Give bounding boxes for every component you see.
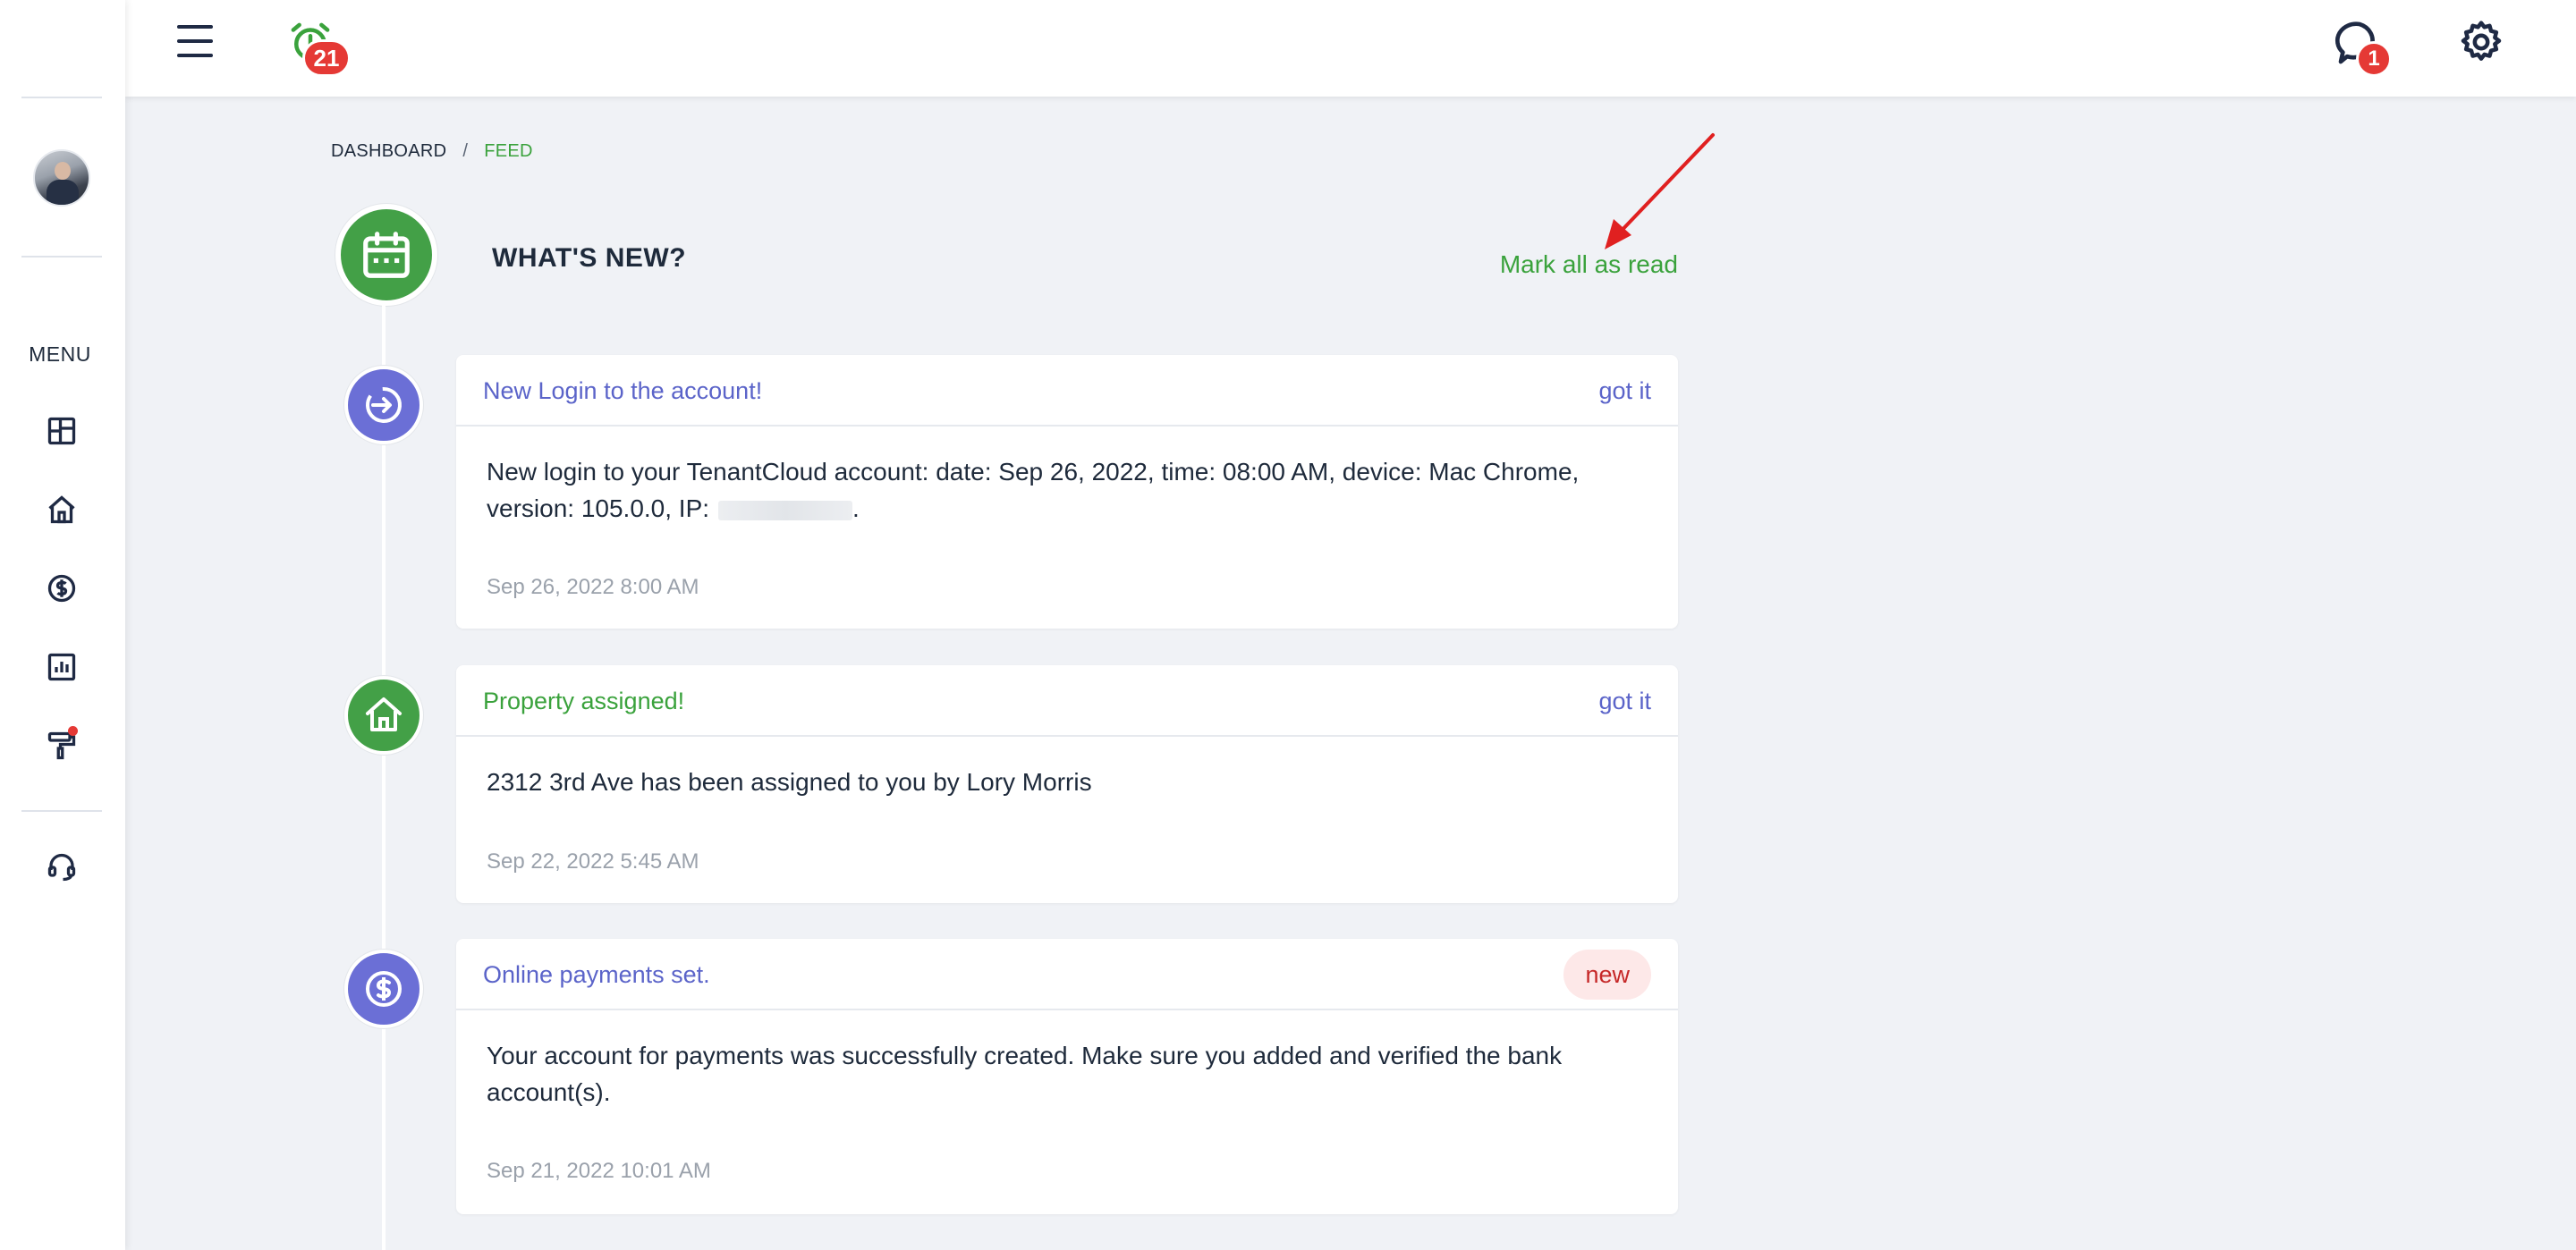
feed-card-text: Your account for payments was successful… [487,1042,1563,1106]
dashboard-icon [47,417,76,445]
sidebar-item-maintenance[interactable] [40,724,83,767]
dollar-icon [366,971,402,1007]
feed-card: Property assigned! got it 2312 3rd Ave h… [456,665,1678,903]
got-it-button[interactable]: got it [1598,377,1651,405]
redacted-ip [718,500,853,520]
messages-count-badge: 1 [2356,41,2392,77]
feed-card-title: New Login to the account! [483,377,763,404]
alarm-count-badge: 21 [302,39,351,77]
sidebar-divider [21,97,102,98]
dollar-icon [47,574,76,603]
feed-item-icon-login [344,366,423,444]
feed-card-title: Property assigned! [483,688,685,714]
feed-card-date: Sep 21, 2022 10:01 AM [487,1159,711,1183]
feed-card-body: New login to your TenantCloud account: d… [456,427,1678,527]
feed-card-body: 2312 3rd Ave has been assigned to you by… [456,737,1678,800]
timeline-line [382,304,386,1250]
breadcrumb-dashboard[interactable]: DASHBOARD [331,141,446,161]
sidebar-item-dashboard[interactable] [40,410,83,452]
feed-card-date: Sep 26, 2022 8:00 AM [487,575,699,599]
feed-card-date: Sep 22, 2022 5:45 AM [487,849,699,874]
sidebar-item-support[interactable] [40,846,83,889]
feed-card-header: New Login to the account! got it [456,355,1678,427]
sidebar-divider [21,810,102,812]
sidebar-item-properties[interactable] [40,488,83,531]
sidebar: MENU [0,0,125,1250]
feed-card-title: Online payments set. [483,961,710,988]
hamburger-menu-button[interactable] [174,21,218,61]
feed-card: Online payments set. new Your account fo… [456,939,1678,1214]
sidebar-divider [21,256,102,258]
feed-card-text: 2312 3rd Ave has been assigned to you by… [487,768,1092,796]
avatar[interactable] [33,149,90,207]
feed-card-text: New login to your TenantCloud account: d… [487,458,1580,522]
red-arrow-annotation-icon [1605,133,1715,249]
breadcrumb-feed: FEED [484,141,533,161]
breadcrumb: DASHBOARD / FEED [331,141,533,162]
home-icon [366,697,402,731]
new-badge: new [1563,950,1651,1000]
feed-card-header: Property assigned! got it [456,665,1678,737]
calendar-icon [363,232,410,278]
menu-label: MENU [29,342,91,366]
breadcrumb-separator: / [462,141,469,161]
whats-new-icon-circle [335,204,437,306]
feed-card-body: Your account for payments was successful… [456,1010,1678,1111]
settings-button[interactable] [2457,18,2507,68]
page-title: WHAT'S NEW? [492,243,687,273]
got-it-button[interactable]: got it [1598,688,1651,715]
home-icon [48,495,75,524]
sidebar-item-reports[interactable] [40,646,83,688]
gear-icon [2461,21,2502,61]
topbar: 21 1 [125,0,2576,97]
feed-card: New Login to the account! got it New log… [456,355,1678,629]
notification-dot [68,726,78,736]
login-icon [366,387,402,423]
chart-icon [47,653,76,681]
headset-icon [47,853,76,882]
feed-card-text-end: . [852,494,860,522]
feed-card-header: Online payments set. new [456,939,1678,1010]
feed-item-icon-property [344,676,423,755]
sidebar-item-payments[interactable] [40,567,83,610]
feed-item-icon-payments [344,950,423,1028]
